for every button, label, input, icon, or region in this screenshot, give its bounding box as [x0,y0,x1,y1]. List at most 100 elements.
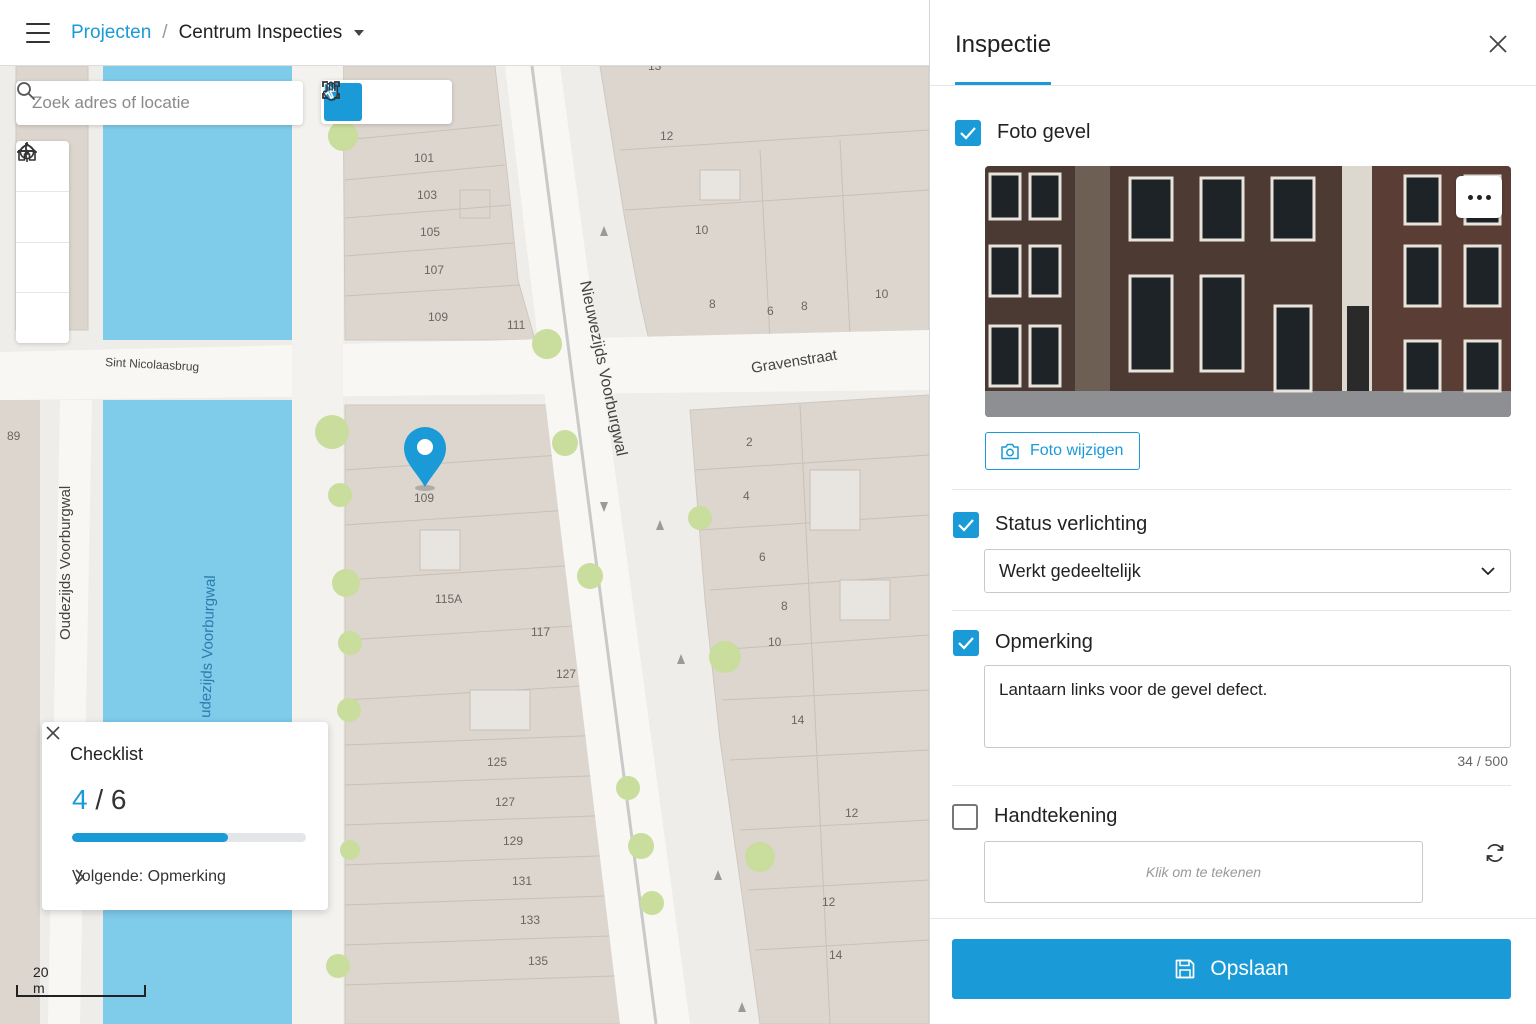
more-dot-icon [1467,194,1473,200]
checklist-progress-text: 4 / 6 [72,784,127,816]
house-number: 117 [531,625,550,639]
house-number: 135 [528,954,548,968]
building-west-strip [0,400,40,1024]
divider [952,610,1511,611]
map-search-box [16,81,303,125]
street-label-oudezijds: Oudezijds Voorburgwal [57,486,74,640]
house-number: 127 [495,795,515,809]
breadcrumb: Projecten / Centrum Inspecties [71,21,365,44]
project-dropdown-icon[interactable] [354,29,365,36]
checklist-progress-fill [72,833,229,842]
map-view[interactable]: Sint Nicolaasbrug Gravenstraat Nieuwezij… [0,66,929,1024]
refresh-icon [1486,844,1504,862]
house-number: 109 [414,491,434,505]
menu-icon[interactable] [26,22,50,43]
checklist-separator: / [95,784,104,815]
zoom-out-button[interactable] [16,150,69,294]
panel-header: Inspectie [930,0,1536,86]
more-dot-icon [1476,194,1482,200]
house-number: 107 [424,263,444,277]
house-number: 12 [845,806,859,820]
top-bar: Projecten / Centrum Inspecties [0,0,929,66]
more-dot-icon [1485,194,1491,200]
checkmark-icon [960,127,976,140]
save-label: Opslaan [1210,957,1289,980]
house-number: 8 [709,297,716,311]
breadcrumb-separator: / [162,21,168,43]
house-number: 133 [520,913,540,927]
divider [952,785,1511,786]
save-button[interactable]: Opslaan [952,939,1511,999]
opmerking-label: Opmerking [995,631,1093,653]
close-icon[interactable] [42,722,64,744]
status-verlichting-select[interactable]: Werkt gedeeltelijk [984,549,1511,593]
facade-photo [985,166,1511,417]
house-number: 89 [7,429,21,443]
status-verlichting-checkbox[interactable] [953,512,979,538]
facade-photo-image [985,166,1511,417]
change-photo-button[interactable]: Foto wijzigen [985,432,1140,470]
house-number: 8 [801,299,808,313]
checklist-progress-bar [72,833,306,842]
breadcrumb-projects-link[interactable]: Projecten [71,22,151,44]
status-verlichting-label: Status verlichting [995,513,1148,535]
checklist-next-label: Volgende: Opmerking [72,868,226,885]
house-number: 14 [829,948,843,962]
signature-pad[interactable]: Klik om te tekenen [984,841,1423,903]
foto-gevel-label: Foto gevel [997,121,1091,143]
house-number: 12 [822,895,836,909]
panel-title-underline [955,82,1051,85]
house-number: 10 [695,223,709,237]
divider [952,489,1511,490]
house-number: 4 [743,489,750,503]
building-block-east-north [599,66,929,346]
house-number: 6 [759,550,766,564]
breadcrumb-current: Centrum Inspecties [178,21,343,43]
house-number: 129 [503,834,523,848]
fullscreen-button[interactable] [322,81,446,121]
save-icon [1176,959,1195,979]
opmerking-textarea[interactable]: Lantaarn links voor de gevel defect. [984,665,1511,748]
zoom-in-button[interactable] [16,143,69,243]
house-number: 10 [875,287,889,301]
map-tool-group [321,80,452,124]
search-icon[interactable] [16,81,36,101]
status-verlichting-value: Werkt gedeeltelijk [999,560,1141,581]
house-number: 103 [417,188,437,202]
chevron-right-icon [75,869,85,885]
scale-bar [16,985,146,997]
opmerking-checkbox[interactable] [953,630,979,656]
pan-tool-button[interactable] [322,81,404,121]
checkmark-icon [958,519,974,532]
checklist-done-count: 4 [72,784,88,815]
opmerking-char-counter: 34 / 500 [1457,753,1508,769]
house-number: 131 [512,874,532,888]
locate-icon [17,142,37,162]
handtekening-checkbox[interactable] [952,804,978,830]
checkmark-icon [958,637,974,650]
close-icon[interactable] [1487,33,1509,55]
change-photo-label: Foto wijzigen [1030,442,1124,459]
locate-button[interactable] [16,142,69,343]
map-zoom-controls [16,141,69,343]
refresh-signature-button[interactable] [1481,839,1509,867]
house-number: 13 [648,66,662,73]
house-number: 12 [660,129,674,143]
house-number: 101 [414,151,434,165]
house-number: 111 [507,318,526,332]
checklist-title: Checklist [70,744,144,764]
house-number: 105 [420,225,440,239]
map-search-input[interactable] [32,93,289,113]
checklist-card: Checklist 4 / 6 Volgende: Opmerking [42,722,328,910]
checklist-next-link[interactable]: Volgende: Opmerking [72,868,308,886]
handtekening-label: Handtekening [994,805,1118,827]
foto-gevel-checkbox[interactable] [955,120,981,146]
fullscreen-icon [322,81,340,99]
panel-footer: Opslaan [930,918,1536,1024]
house-number: 109 [428,310,448,324]
inspection-panel: Inspectie Foto gevel Foto wijzigen Statu… [929,0,1536,1024]
house-number: 8 [781,599,788,613]
house-number: 2 [746,435,753,449]
photo-more-button[interactable] [1456,176,1502,218]
app-root: Projecten / Centrum Inspecties Sint Nico… [0,0,1536,1024]
